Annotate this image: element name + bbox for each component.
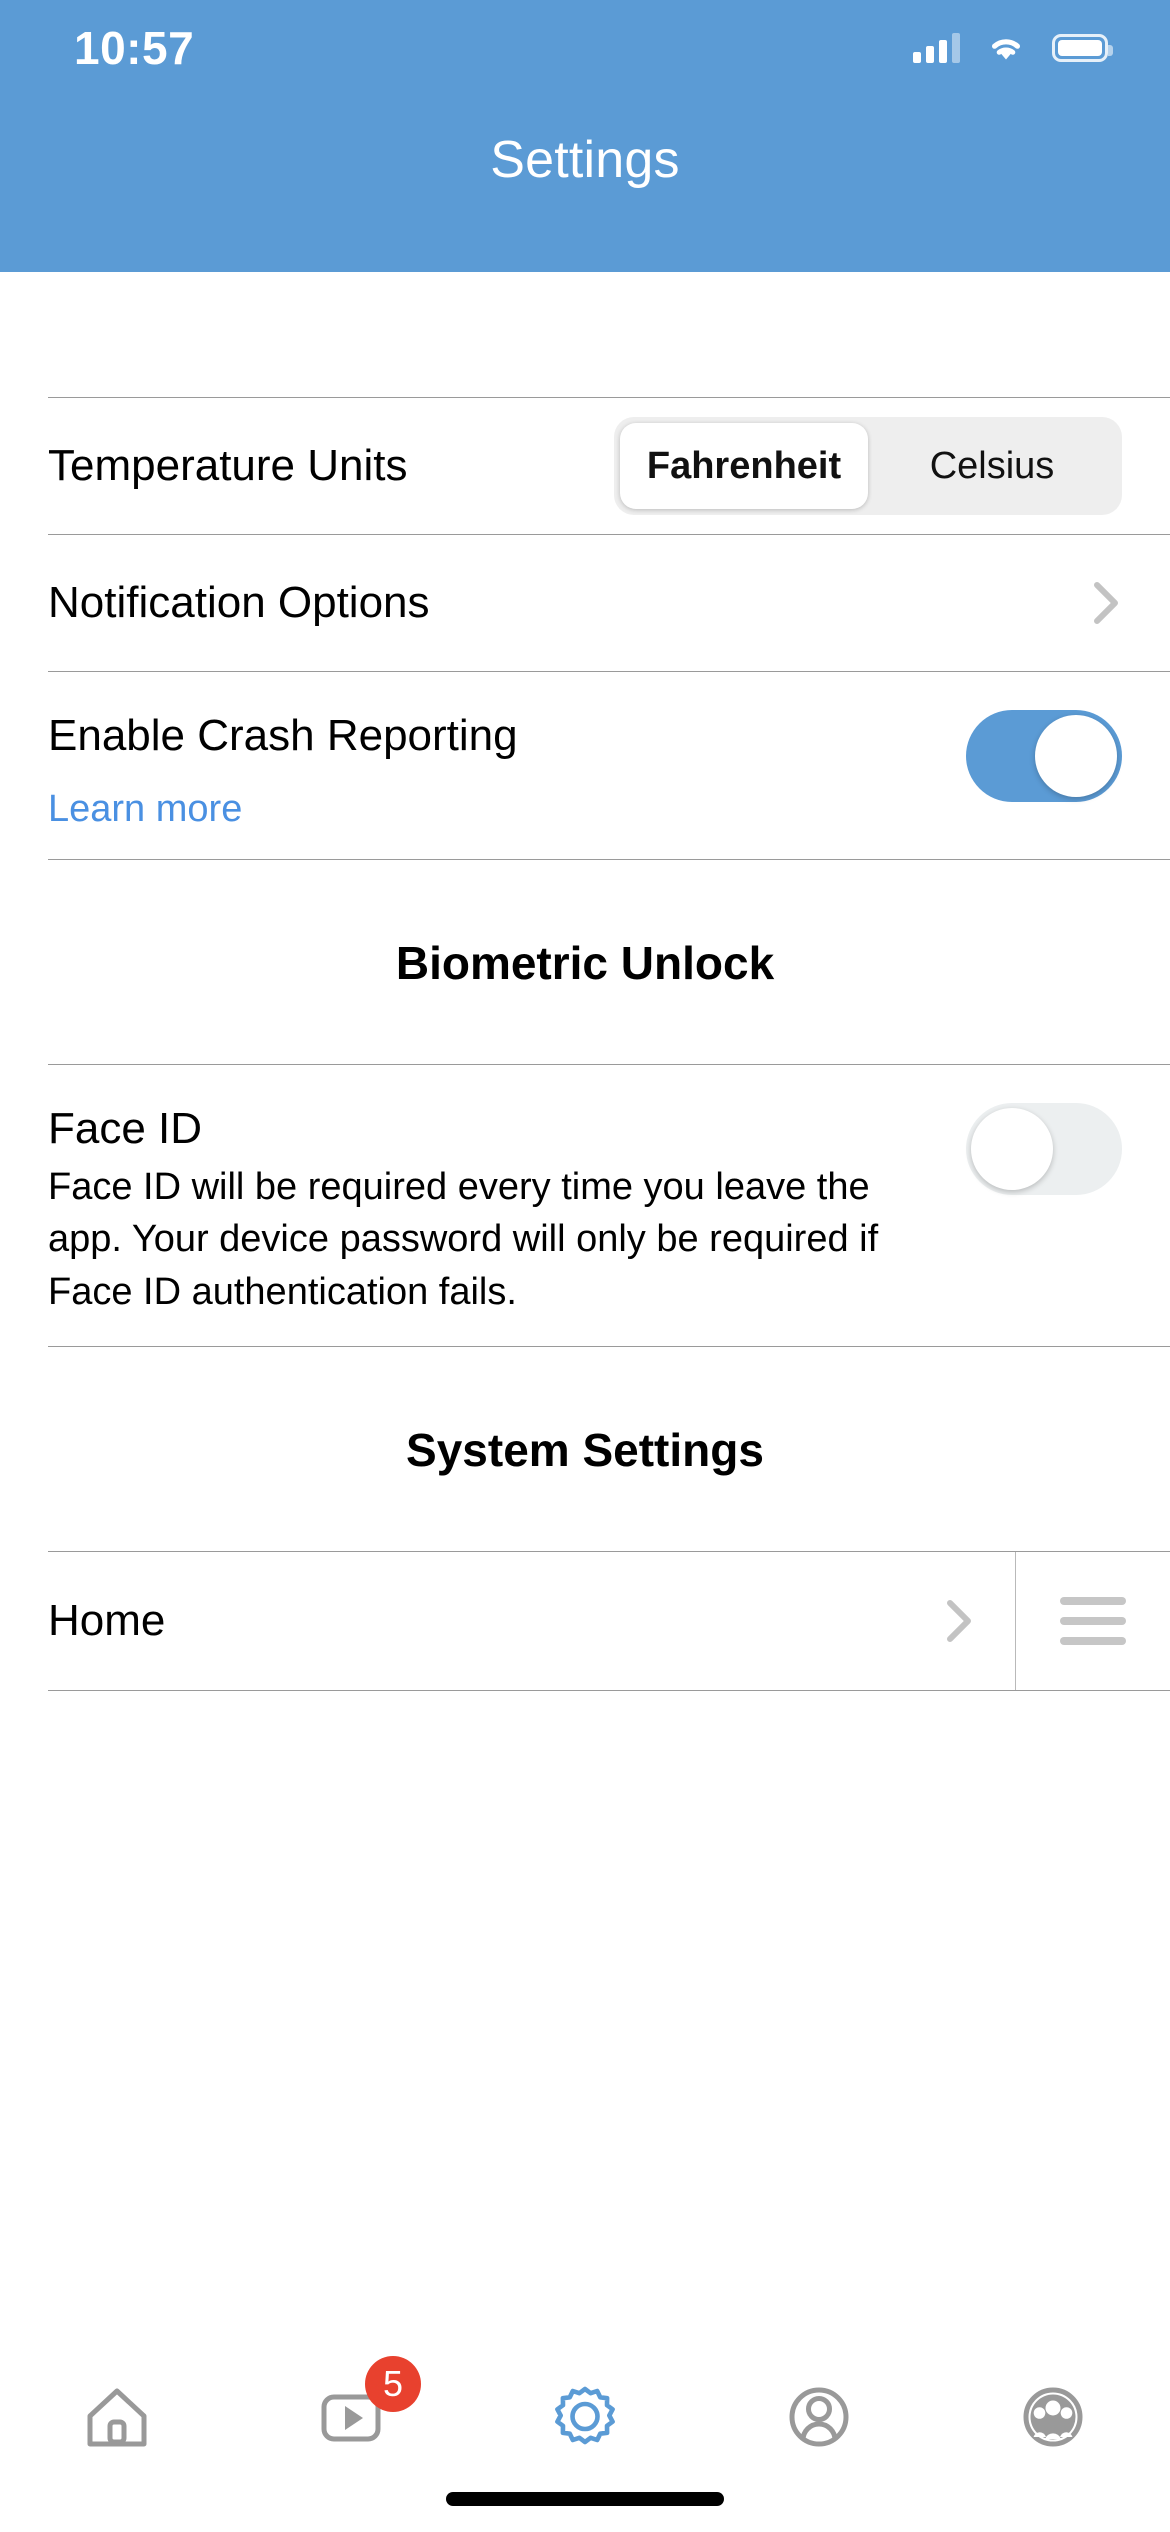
segment-fahrenheit[interactable]: Fahrenheit xyxy=(620,423,868,509)
list-top-spacer xyxy=(0,272,1170,397)
toggle-knob xyxy=(1035,715,1117,797)
cellular-signal-icon xyxy=(913,33,960,63)
home-icon xyxy=(80,2380,154,2459)
home-row-main[interactable]: Home xyxy=(0,1552,1015,1690)
settings-list: Temperature Units Fahrenheit Celsius Not… xyxy=(0,272,1170,1692)
toggle-knob xyxy=(971,1107,1053,1190)
page-title: Settings xyxy=(490,131,680,189)
tab-home[interactable] xyxy=(0,2364,234,2474)
status-bar: 10:57 xyxy=(0,0,1170,96)
reorder-handle-icon[interactable] xyxy=(1015,1552,1170,1691)
temperature-units-segmented-control[interactable]: Fahrenheit Celsius xyxy=(614,417,1122,515)
row-crash-reporting: Enable Crash Reporting Learn more xyxy=(0,672,1170,859)
tab-settings[interactable] xyxy=(468,2364,702,2474)
status-bar-icons xyxy=(913,33,1113,63)
chevron-right-icon xyxy=(945,1598,975,1644)
home-indicator-bar xyxy=(446,2492,724,2506)
tab-profile[interactable] xyxy=(702,2364,936,2474)
wifi-icon xyxy=(986,33,1026,63)
section-header-system-settings: System Settings xyxy=(406,1424,764,1477)
tab-groups[interactable] xyxy=(936,2364,1170,2474)
settings-screen: 10:57 Settings Temperature Units Fahrenh… xyxy=(0,0,1170,2532)
crash-reporting-label: Enable Crash Reporting xyxy=(48,711,518,760)
tab-videos[interactable]: 5 xyxy=(234,2356,468,2474)
section-header-biometric-unlock: Biometric Unlock xyxy=(395,936,775,989)
divider xyxy=(48,1690,1170,1692)
status-bar-time: 10:57 xyxy=(74,22,195,74)
temperature-units-label: Temperature Units xyxy=(48,440,408,490)
segment-celsius[interactable]: Celsius xyxy=(868,423,1116,509)
person-circle-icon xyxy=(782,2380,856,2459)
learn-more-link[interactable]: Learn more xyxy=(48,788,242,831)
people-group-circle-icon xyxy=(1016,2380,1090,2459)
face-id-toggle[interactable] xyxy=(966,1102,1122,1195)
crash-reporting-toggle[interactable] xyxy=(966,710,1122,802)
nav-header: 10:57 Settings xyxy=(0,0,1170,272)
home-label: Home xyxy=(48,1596,166,1646)
videos-badge: 5 xyxy=(365,2356,421,2412)
row-face-id: Face ID Face ID will be required every t… xyxy=(0,1065,1170,1346)
gear-icon xyxy=(548,2380,622,2459)
notification-options-label: Notification Options xyxy=(48,577,430,627)
chevron-right-icon xyxy=(1092,580,1122,626)
row-home: Home xyxy=(0,1552,1170,1691)
row-temperature-units: Temperature Units Fahrenheit Celsius xyxy=(0,398,1170,534)
face-id-label: Face ID xyxy=(48,1103,203,1153)
battery-icon xyxy=(1052,34,1113,62)
face-id-description: Face ID will be required every time you … xyxy=(48,1165,879,1313)
row-notification-options[interactable]: Notification Options xyxy=(0,535,1170,671)
